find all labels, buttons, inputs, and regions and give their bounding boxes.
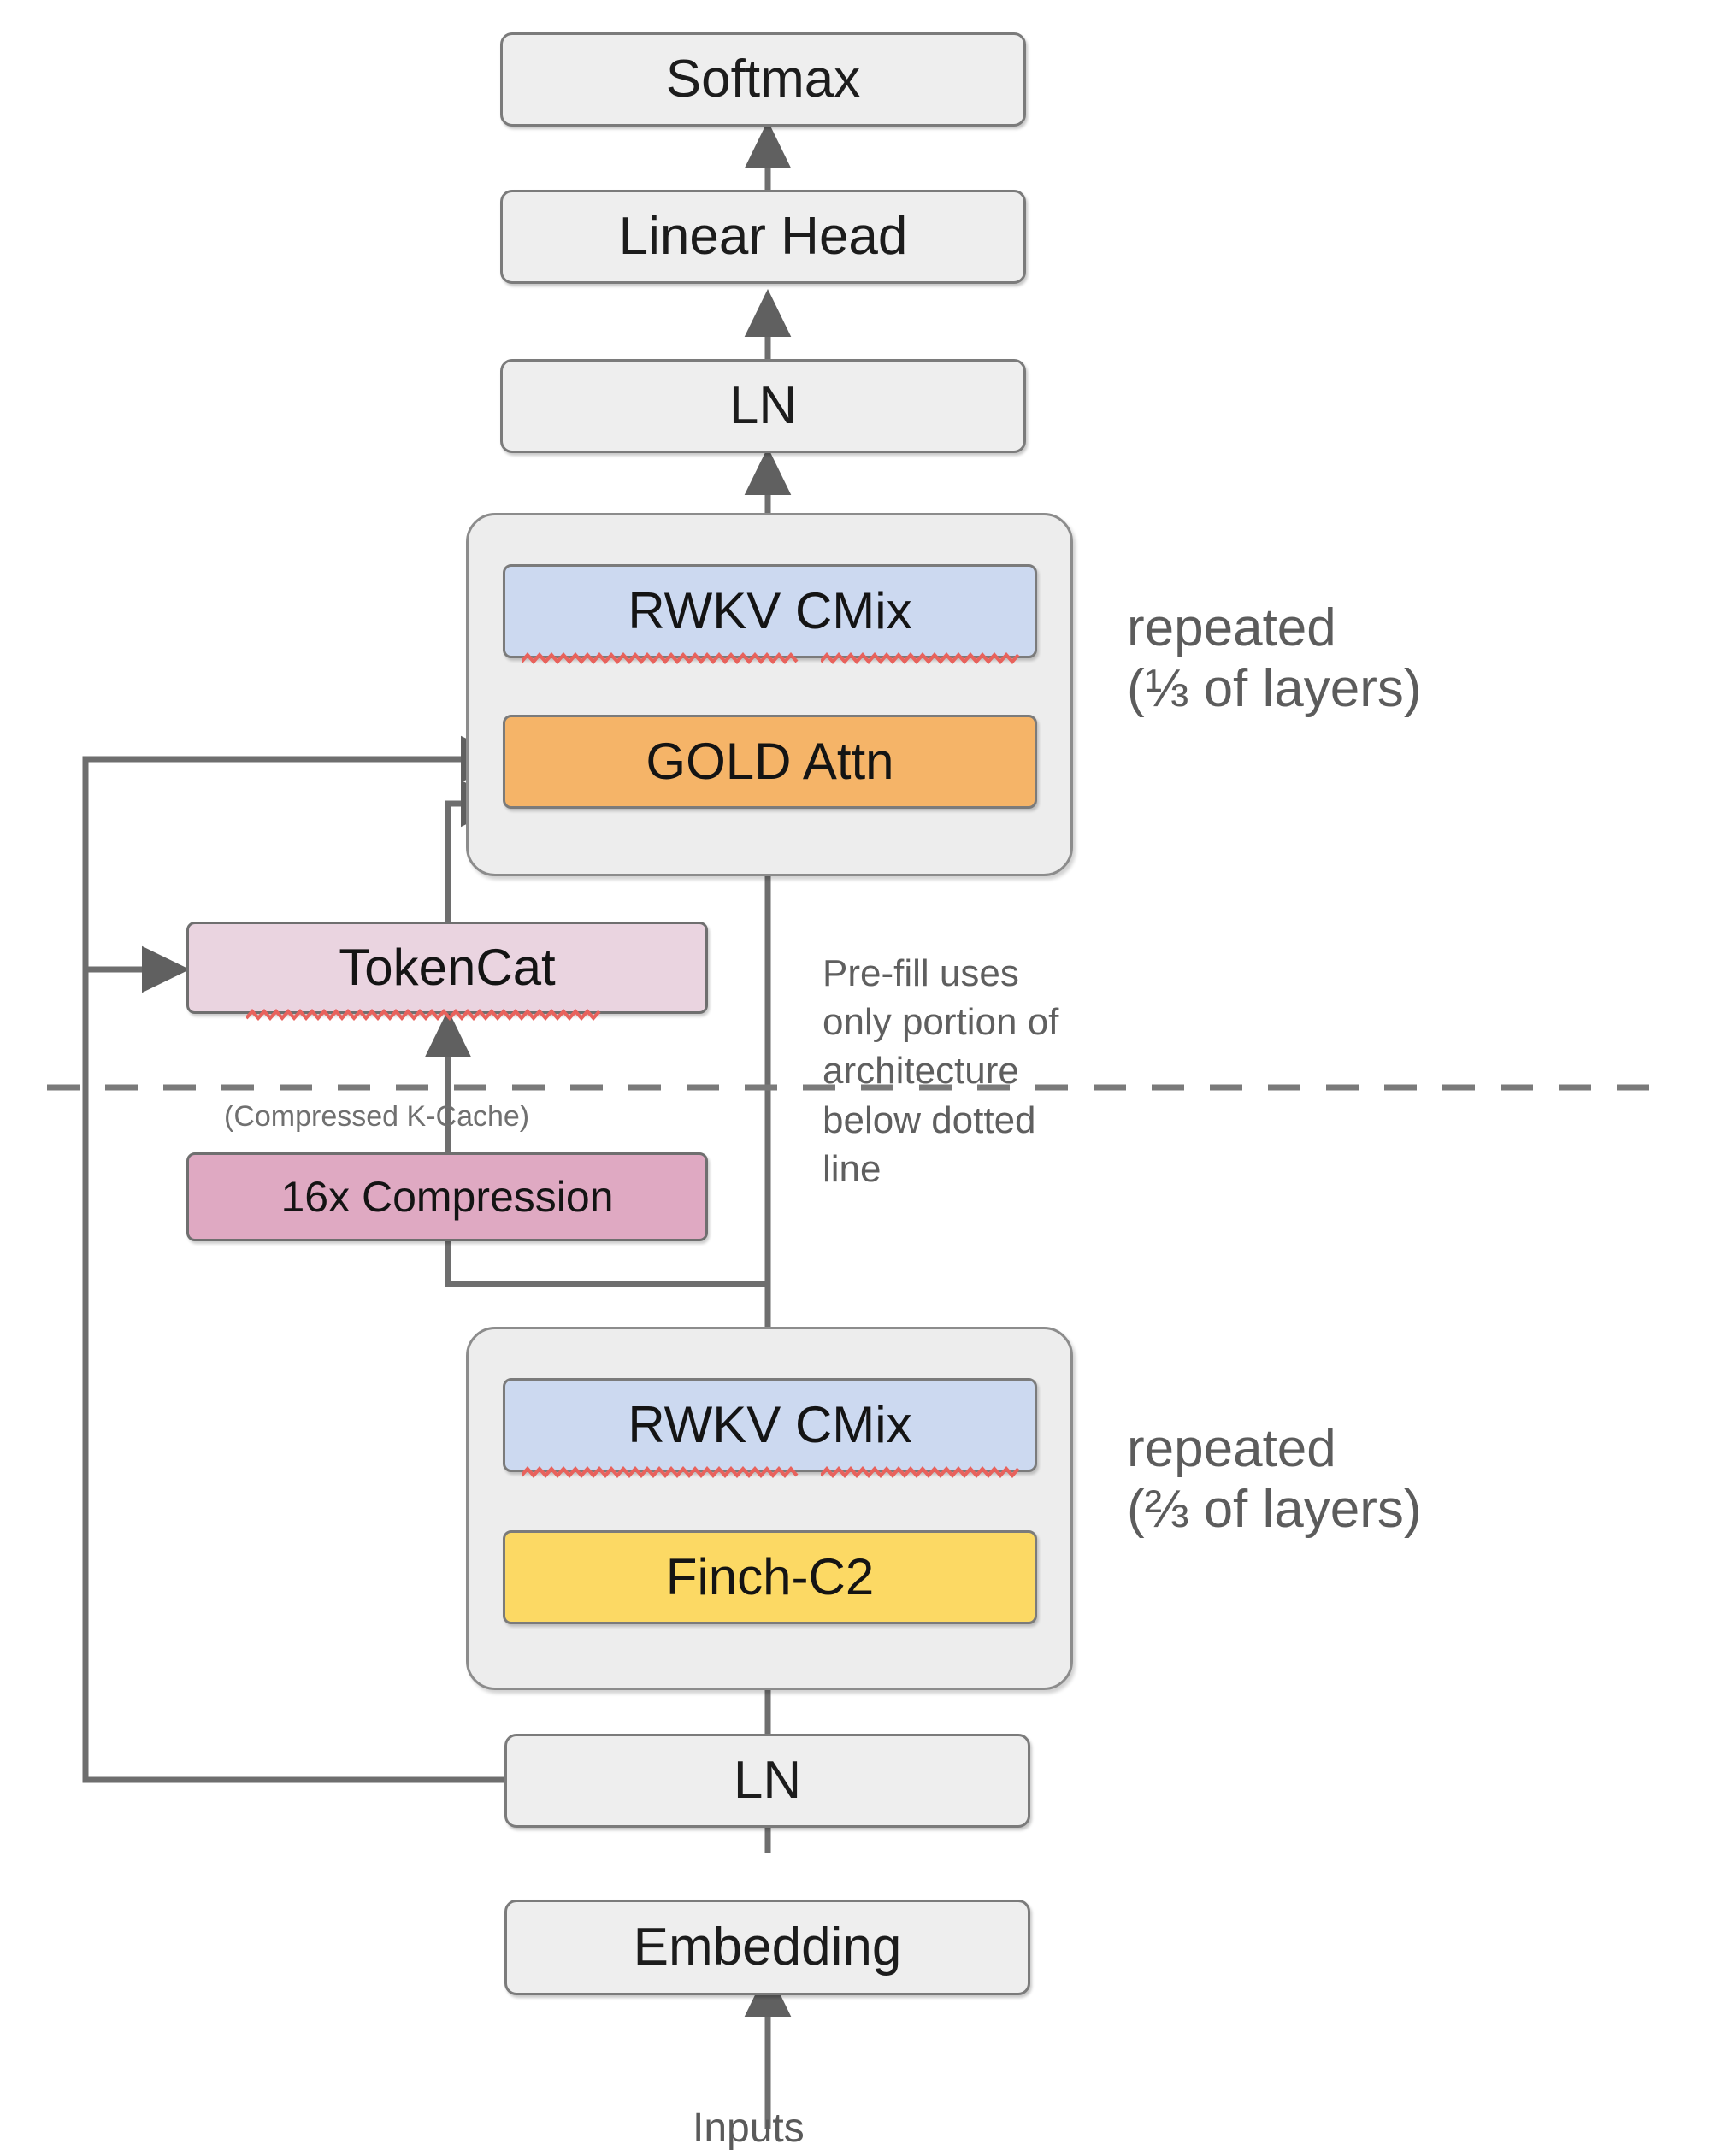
node-rwkv-cmix-top-label: RWKV CMix bbox=[628, 582, 912, 639]
node-rwkv-cmix-top[interactable]: RWKV CMix bbox=[503, 564, 1037, 658]
annotation-compressed-kcache: (Compressed K-Cache) bbox=[224, 1100, 530, 1133]
node-embedding-label: Embedding bbox=[633, 1917, 902, 1976]
node-16x-compression-label: 16x Compression bbox=[280, 1173, 614, 1221]
node-ln-bottom[interactable]: LN bbox=[504, 1734, 1030, 1828]
node-embedding[interactable]: Embedding bbox=[504, 1900, 1030, 1995]
node-ln-top[interactable]: LN bbox=[500, 359, 1026, 453]
node-linear-head[interactable]: Linear Head bbox=[500, 190, 1026, 284]
node-linear-head-label: Linear Head bbox=[618, 207, 908, 266]
node-ln-bottom-label: LN bbox=[733, 1751, 802, 1810]
node-gold-attn[interactable]: GOLD Attn bbox=[503, 715, 1037, 809]
node-tokencat[interactable]: TokenCat bbox=[186, 922, 708, 1014]
node-gold-attn-label: GOLD Attn bbox=[646, 733, 894, 790]
node-finch-c2-label: Finch-C2 bbox=[665, 1548, 875, 1605]
annotation-repeated-top: repeated (⅓ of layers) bbox=[1127, 598, 1422, 718]
node-rwkv-cmix-bottom[interactable]: RWKV CMix bbox=[503, 1378, 1037, 1472]
node-16x-compression[interactable]: 16x Compression bbox=[186, 1152, 708, 1241]
node-ln-top-label: LN bbox=[728, 376, 798, 435]
node-finch-c2[interactable]: Finch-C2 bbox=[503, 1530, 1037, 1624]
node-tokencat-label: TokenCat bbox=[339, 939, 556, 996]
node-softmax[interactable]: Softmax bbox=[500, 32, 1026, 127]
node-softmax-label: Softmax bbox=[665, 50, 861, 109]
annotation-inputs: Inputs bbox=[693, 2106, 805, 2151]
node-rwkv-cmix-bottom-label: RWKV CMix bbox=[628, 1396, 912, 1453]
architecture-diagram: Softmax Linear Head LN RWKV CMix GOLD At… bbox=[0, 0, 1710, 2156]
annotation-prefill-note: Pre-fill uses only portion of architectu… bbox=[823, 952, 1059, 1190]
annotation-repeated-bottom: repeated (⅔ of layers) bbox=[1127, 1419, 1422, 1539]
